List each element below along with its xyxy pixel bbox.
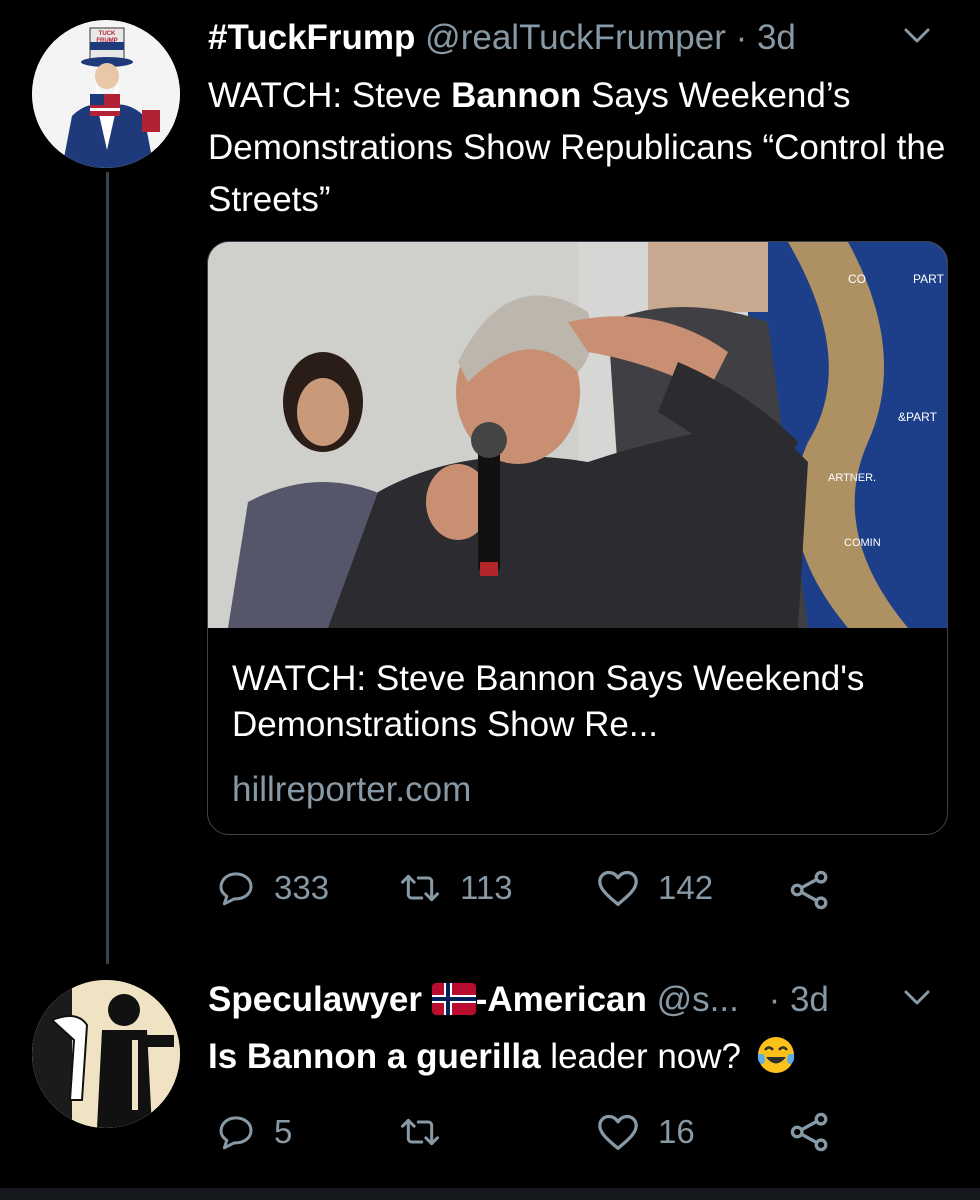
link-preview-card[interactable]: CO PART &PART ARTNER. COMIN WATCH: Steve… (207, 241, 948, 835)
like-icon (598, 1114, 638, 1150)
reply-share-button[interactable] (788, 1110, 850, 1154)
card-domain: hillreporter.com (232, 770, 472, 809)
tweet-text-bold: Bannon (451, 76, 582, 115)
thread-line (106, 172, 109, 964)
retweet-count: 113 (460, 869, 513, 906)
reply-icon (219, 1116, 253, 1150)
share-icon (790, 870, 828, 910)
reply-button[interactable]: 333 (216, 868, 329, 908)
bottom-divider (0, 1188, 980, 1200)
avatar-tuckfrump[interactable]: TUCK FRUMP (32, 20, 180, 168)
norway-flag-icon (431, 982, 476, 1026)
retweet-button[interactable]: 113 (398, 868, 513, 908)
backdrop-text: COMIN (844, 537, 881, 549)
backdrop-text: CO (848, 272, 866, 286)
backdrop-text: PART (913, 272, 944, 286)
reply-icon (219, 872, 253, 906)
reply-like-button[interactable]: 16 (596, 1112, 695, 1152)
chevron-down-icon[interactable] (902, 988, 932, 1013)
reply-name-suffix[interactable]: -American (476, 980, 647, 1019)
tweet-timestamp[interactable]: · 3d (726, 18, 796, 57)
reply-like-count: 16 (658, 1113, 695, 1150)
tweet-header: #TuckFrump @realTuckFrumper · 3d (208, 16, 796, 60)
reply-text: Is Bannon a guerilla leader now? (208, 1034, 797, 1088)
reply-reply-button[interactable]: 5 (216, 1112, 292, 1152)
reply-display-name[interactable]: Speculawyer (208, 980, 422, 1019)
like-button[interactable]: 142 (596, 868, 713, 908)
backdrop-text: &PART (898, 410, 937, 424)
reply-header: Speculawyer -American @s... · 3d (208, 978, 829, 1026)
reply-text-rest: leader now? (540, 1037, 741, 1076)
card-image: CO PART &PART ARTNER. COMIN (208, 242, 947, 628)
tears-of-joy-emoji (755, 1034, 797, 1088)
reply-reply-count: 5 (274, 1113, 293, 1150)
tweet-text: WATCH: Steve Bannon Says Weekend’s Demon… (208, 70, 948, 226)
backdrop-text: ARTNER. (828, 472, 877, 484)
share-button[interactable] (788, 868, 850, 912)
retweet-icon (401, 1118, 439, 1146)
card-title: WATCH: Steve Bannon Says Weekend's Demon… (232, 659, 865, 744)
avatar-speculawyer[interactable] (32, 980, 180, 1128)
retweet-icon (401, 874, 439, 902)
reply-retweet-button[interactable] (398, 1112, 460, 1152)
share-icon (790, 1112, 828, 1152)
reply-count: 333 (274, 869, 330, 906)
chevron-down-icon[interactable] (902, 26, 932, 51)
avatar-hat-text: TUCK FRUMP (96, 31, 118, 44)
reply-text-bold: Is Bannon a guerilla (208, 1037, 541, 1076)
avatar-figure-image (32, 980, 180, 1128)
like-icon (598, 870, 638, 906)
tweet-text-part-1: WATCH: Steve (208, 76, 452, 115)
like-count: 142 (658, 869, 714, 906)
reply-timestamp[interactable]: · 3d (769, 980, 829, 1019)
display-name[interactable]: #TuckFrump (208, 18, 415, 57)
reply-handle[interactable]: @s... (657, 980, 739, 1019)
user-handle[interactable]: @realTuckFrumper (425, 18, 726, 57)
